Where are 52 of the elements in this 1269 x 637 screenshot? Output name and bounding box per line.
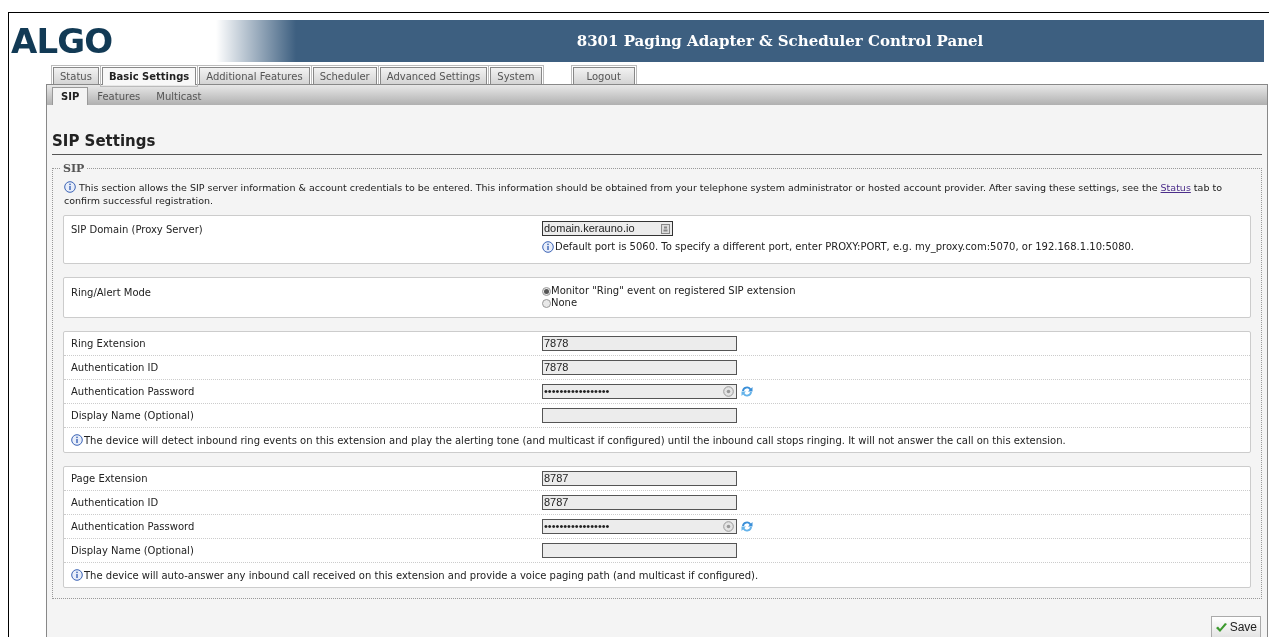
field-note: The device will detect inbound ring events on this extension and play the alerting tone (and multicast if configured) until the inbound call stops ringing. It will not answer the call on this extension. <box>84 433 1066 448</box>
contact-card-icon <box>661 223 670 234</box>
eye-icon <box>723 386 734 397</box>
radio-button[interactable] <box>542 298 551 308</box>
info-icon <box>71 569 83 581</box>
logo: ALGO <box>11 24 114 58</box>
subtab[interactable]: Features <box>90 87 148 105</box>
input-field[interactable] <box>542 408 737 423</box>
tab[interactable]: Advanced Settings <box>379 67 488 84</box>
field-label: Ring Extension <box>71 337 147 351</box>
save-button[interactable]: Save <box>1210 616 1261 637</box>
field-label: Authentication Password <box>71 385 196 399</box>
subtab[interactable]: Multicast <box>149 87 209 105</box>
refresh-icon[interactable] <box>740 385 754 398</box>
tab[interactable]: Basic Settings <box>101 67 197 85</box>
status-link[interactable]: Status <box>1160 182 1191 193</box>
input-field[interactable]: 7878 <box>542 336 737 351</box>
password-field[interactable]: ••••••••••••••••• <box>542 384 737 399</box>
radio-option[interactable]: None <box>542 297 796 309</box>
field-note: The device will auto-answer any inbound call received on this extension and provide a voice paging path (and multicast if configured). <box>84 568 759 583</box>
field-label: Display Name (Optional) <box>71 409 195 423</box>
input-field[interactable]: domain.kerauno.io <box>542 221 673 236</box>
password-field[interactable]: ••••••••••••••••• <box>542 519 737 534</box>
field-label: Authentication Password <box>71 520 196 534</box>
tab[interactable]: System <box>490 67 542 84</box>
subtab[interactable]: SIP <box>52 87 89 105</box>
tab[interactable]: Additional Features <box>199 67 310 84</box>
section-heading: SIP Settings <box>52 132 156 150</box>
tab[interactable]: Status <box>53 67 99 84</box>
input-field[interactable]: 7878 <box>542 360 737 375</box>
field-label: Authentication ID <box>71 361 160 375</box>
field-hint: Default port is 5060. To specify a different port, enter PROXY:PORT, e.g. my_proxy.com:5070, or 192.168.1.10:5080. <box>555 240 1135 254</box>
info-icon <box>542 240 554 253</box>
section-description: This section allows the SIP server information & account credentials to be entered. This information should be obtained from your telephone system administrator or hosted account provider. After saving these settings, see the Status tab to confirm successful registration. <box>63 181 1223 207</box>
input-field[interactable]: 8787 <box>542 471 737 486</box>
field-label: Display Name (Optional) <box>71 544 195 558</box>
field-label: Authentication ID <box>71 496 160 510</box>
radio-button[interactable] <box>542 286 551 296</box>
input-field[interactable] <box>542 543 737 558</box>
input-field[interactable]: 8787 <box>542 495 737 510</box>
field-label: Ring/Alert Mode <box>71 286 152 300</box>
info-icon <box>71 434 83 446</box>
tab[interactable]: Scheduler <box>312 67 377 84</box>
field-label: SIP Domain (Proxy Server) <box>71 223 204 237</box>
info-icon <box>64 181 76 193</box>
radio-option[interactable]: Monitor "Ring" event on registered SIP extension <box>542 285 796 297</box>
eye-icon <box>723 521 734 532</box>
field-label: Page Extension <box>71 472 149 486</box>
tab[interactable]: Logout <box>572 67 635 84</box>
refresh-icon[interactable] <box>740 520 754 533</box>
header-title: 8301 Paging Adapter & Scheduler Control Panel <box>575 30 984 52</box>
checkmark-icon <box>1214 621 1228 633</box>
